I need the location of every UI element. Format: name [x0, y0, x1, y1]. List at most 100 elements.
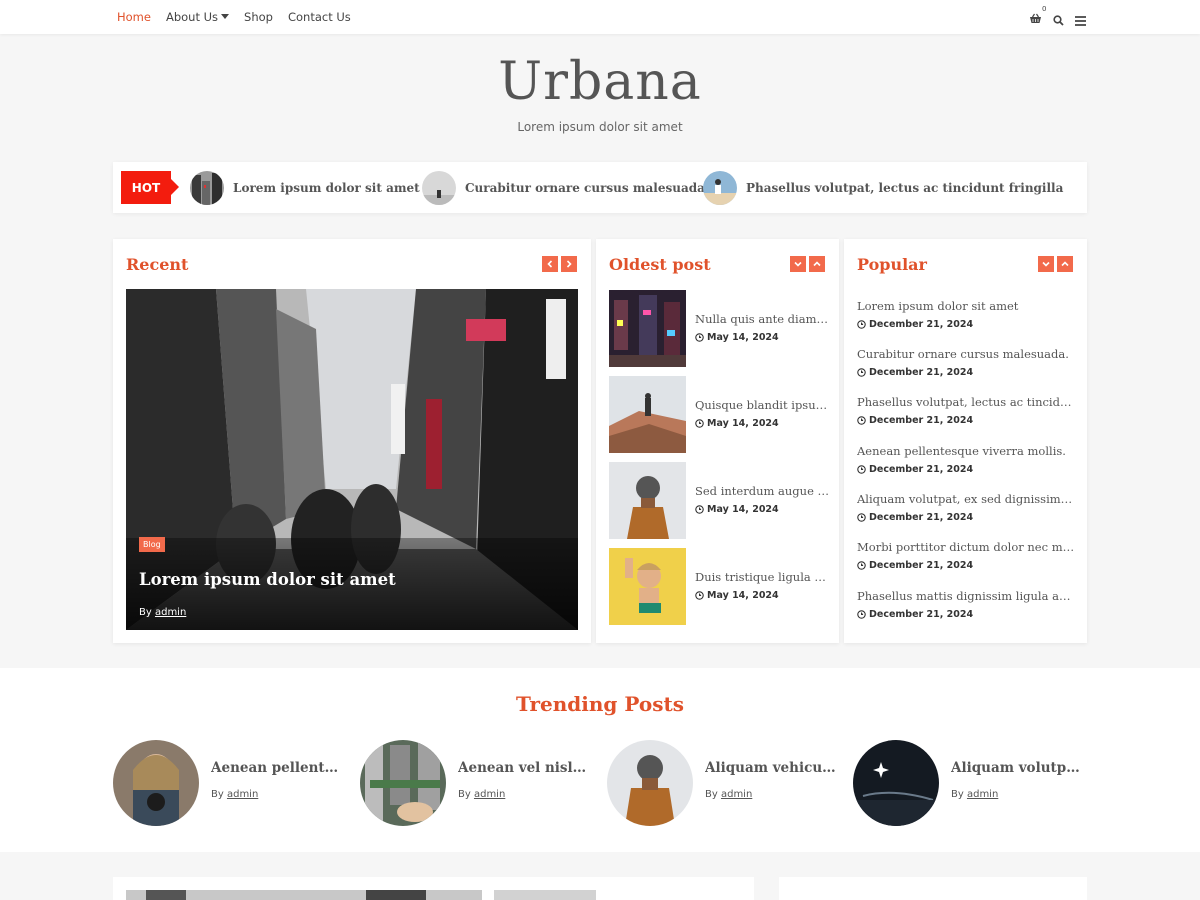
nav-about-us[interactable]: About Us — [165, 10, 230, 24]
nav-contact-us[interactable]: Contact Us — [288, 10, 351, 24]
post-date-text: December 21, 2024 — [869, 609, 974, 620]
post-title[interactable]: Aenean pellentesque viverra mollis. — [857, 444, 1075, 458]
trending-post-title[interactable]: Aenean vel nisl vestibulum — [458, 760, 590, 776]
main-menu: Home About Us Shop Contact Us — [117, 0, 351, 34]
caret-down-icon — [221, 14, 230, 19]
clock-icon — [695, 419, 704, 428]
ticker-item-title: Phasellus volutpat, lectus ac tincidunt … — [746, 181, 1064, 195]
ticker-item[interactable]: Phasellus volutpat, lectus ac tincidunt … — [703, 171, 1063, 205]
post-title[interactable]: Duis tristique ligula a nisl — [695, 570, 831, 584]
search-button[interactable] — [1053, 11, 1065, 26]
chevron-down-icon — [794, 261, 802, 267]
chevron-up-icon — [813, 261, 821, 267]
post-date-text: May 14, 2024 — [707, 418, 779, 429]
prev-button[interactable] — [542, 256, 558, 272]
list-item[interactable]: Quisque blandit ipsum non May 14, 2024 — [609, 376, 839, 453]
popular-slider-controls — [1038, 256, 1073, 272]
post-title[interactable]: Morbi porttitor dictum dolor nec malesua… — [857, 540, 1075, 554]
list-item[interactable]: Lorem ipsum dolor sit amet December 21, … — [857, 299, 1075, 330]
trending-thumbnail — [853, 740, 939, 826]
list-item[interactable]: Sed interdum augue at nunc May 14, 2024 — [609, 462, 839, 539]
cart-icon — [1030, 13, 1041, 23]
clock-icon — [857, 465, 866, 474]
trending-post-title[interactable]: Aliquam vehicula justo — [705, 760, 837, 776]
list-item[interactable]: Phasellus volutpat, lectus ac tincidunt … — [857, 395, 1075, 426]
ticker-item-title: Lorem ipsum dolor sit amet — [233, 181, 420, 195]
category-badge[interactable]: Blog — [139, 537, 165, 552]
list-item[interactable]: Morbi porttitor dictum dolor nec malesua… — [857, 540, 1075, 571]
post-title[interactable]: Nulla quis ante diam. Sed — [695, 312, 831, 326]
author-link[interactable]: admin — [155, 607, 186, 618]
post-date-text: May 14, 2024 — [707, 332, 779, 343]
chevron-left-icon — [547, 260, 553, 268]
clock-icon — [857, 416, 866, 425]
list-item[interactable]: Aliquam volutpat, ex sed dignissim commo… — [857, 492, 1075, 523]
down-button[interactable] — [790, 256, 806, 272]
ticker-item-title: Curabitur ornare cursus malesuada. — [465, 181, 710, 195]
nav-about-us-label: About Us — [165, 10, 219, 24]
site-title[interactable]: Urbana — [0, 52, 1200, 112]
menu-button[interactable] — [1075, 11, 1087, 26]
ticker-item[interactable]: Curabitur ornare cursus malesuada. — [422, 171, 709, 205]
up-button[interactable] — [1057, 256, 1073, 272]
post-title[interactable]: Phasellus mattis dignissim ligula ac tem… — [857, 589, 1075, 603]
post-title[interactable]: Curabitur ornare cursus malesuada. — [857, 347, 1075, 361]
list-item[interactable]: Duis tristique ligula a nisl May 14, 202… — [609, 548, 839, 625]
post-thumbnail — [609, 376, 686, 453]
post-title[interactable]: Aliquam volutpat, ex sed dignissim commo… — [857, 492, 1075, 506]
trending-post-title[interactable]: Aliquam volutpat, ex sed — [951, 760, 1083, 776]
post-title[interactable]: Quisque blandit ipsum non — [695, 398, 831, 412]
hero-post-title[interactable]: Lorem ipsum dolor sit amet — [139, 570, 396, 589]
hero-post-author: By admin — [139, 607, 186, 618]
post-date: May 14, 2024 — [695, 332, 779, 343]
recent-slider-controls — [542, 256, 577, 272]
author-link[interactable]: admin — [474, 789, 505, 800]
trending-item[interactable]: Aliquam volutpat, ex sed By admin — [853, 740, 1093, 826]
author-link[interactable]: admin — [227, 789, 258, 800]
chevron-right-icon — [566, 260, 572, 268]
trending-post-title[interactable]: Aenean pellentesque viverra — [211, 760, 343, 776]
chevron-up-icon — [1061, 261, 1069, 267]
list-item[interactable]: Phasellus mattis dignissim ligula ac tem… — [857, 589, 1075, 620]
nav-shop[interactable]: Shop — [244, 10, 273, 24]
sidebar-card — [779, 877, 1087, 900]
list-item[interactable]: Nulla quis ante diam. Sed May 14, 2024 — [609, 290, 839, 367]
post-title[interactable]: Lorem ipsum dolor sit amet — [857, 299, 1075, 313]
post-date-text: December 21, 2024 — [869, 319, 974, 330]
ticker-item[interactable]: Lorem ipsum dolor sit amet — [190, 171, 420, 205]
menu-icon — [1075, 16, 1086, 26]
trending-item[interactable]: Aenean vel nisl vestibulum By admin — [360, 740, 600, 826]
clock-icon — [857, 561, 866, 570]
trending-post-author: By admin — [458, 789, 505, 800]
post-title[interactable]: Phasellus volutpat, lectus ac tincidunt … — [857, 395, 1075, 409]
post-date: December 21, 2024 — [857, 560, 1075, 571]
post-date: December 21, 2024 — [857, 609, 1075, 620]
list-item[interactable]: Aenean pellentesque viverra mollis. Dece… — [857, 444, 1075, 475]
post-date-text: May 14, 2024 — [707, 590, 779, 601]
nav-home[interactable]: Home — [117, 10, 151, 24]
trending-item[interactable]: Aliquam vehicula justo By admin — [607, 740, 847, 826]
down-button[interactable] — [1038, 256, 1054, 272]
list-item[interactable]: Curabitur ornare cursus malesuada. Decem… — [857, 347, 1075, 378]
post-date: December 21, 2024 — [857, 464, 1075, 475]
post-image — [494, 890, 596, 900]
recent-hero-post[interactable]: Blog Lorem ipsum dolor sit amet By admin — [126, 289, 578, 630]
post-thumbnail — [609, 462, 686, 539]
post-thumbnail — [609, 290, 686, 367]
cart-button[interactable]: 0 — [1029, 5, 1046, 24]
post-date-text: December 21, 2024 — [869, 367, 974, 378]
clock-icon — [857, 513, 866, 522]
post-thumbnail — [609, 548, 686, 625]
by-label: By — [211, 789, 227, 800]
author-link[interactable]: admin — [721, 789, 752, 800]
post-date: December 21, 2024 — [857, 512, 1075, 523]
author-link[interactable]: admin — [967, 789, 998, 800]
post-date: December 21, 2024 — [857, 367, 1075, 378]
trending-item[interactable]: Aenean pellentesque viverra By admin — [113, 740, 353, 826]
hot-label: HOT — [121, 171, 179, 204]
up-button[interactable] — [809, 256, 825, 272]
clock-icon — [695, 591, 704, 600]
popular-title: Popular — [857, 255, 927, 274]
next-button[interactable] — [561, 256, 577, 272]
post-title[interactable]: Sed interdum augue at nunc — [695, 484, 831, 498]
